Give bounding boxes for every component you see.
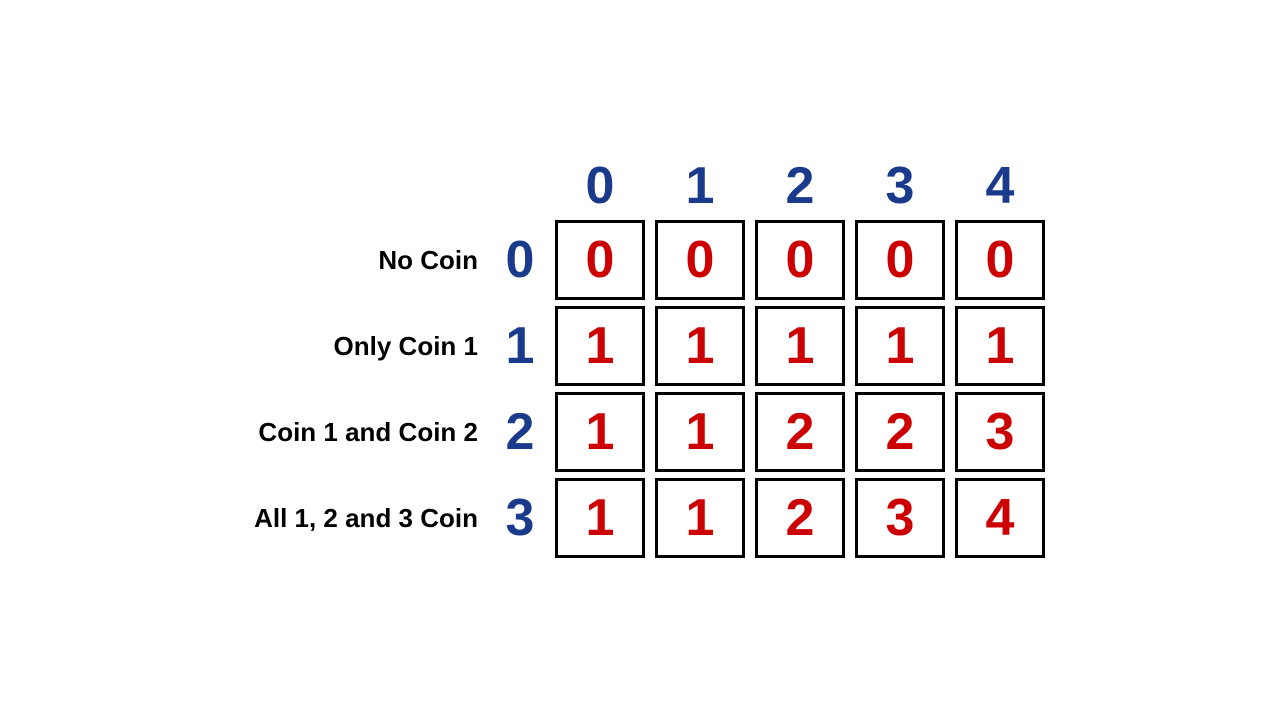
cell-1-4: 1 — [955, 306, 1045, 386]
cell-2-1: 1 — [655, 392, 745, 472]
row-label-1: Only Coin 1 — [230, 331, 490, 362]
cell-2-4: 3 — [955, 392, 1045, 472]
cell-3-2: 2 — [755, 478, 845, 558]
data-row-2: Coin 1 and Coin 2211223 — [230, 392, 1050, 472]
cell-3-4: 4 — [955, 478, 1045, 558]
data-row-3: All 1, 2 and 3 Coin311234 — [230, 478, 1050, 558]
data-row-1: Only Coin 1111111 — [230, 306, 1050, 386]
cell-0-4: 0 — [955, 220, 1045, 300]
row-index-0: 0 — [490, 230, 550, 290]
header-row: 01234 — [230, 156, 1050, 216]
cell-0-0: 0 — [555, 220, 645, 300]
cell-3-0: 1 — [555, 478, 645, 558]
cell-1-0: 1 — [555, 306, 645, 386]
row-index-2: 2 — [490, 402, 550, 462]
row-index-1: 1 — [490, 316, 550, 376]
cell-1-1: 1 — [655, 306, 745, 386]
cell-3-3: 3 — [855, 478, 945, 558]
data-row-0: No Coin000000 — [230, 220, 1050, 300]
row-label-0: No Coin — [230, 245, 490, 276]
cell-2-2: 2 — [755, 392, 845, 472]
cell-0-1: 0 — [655, 220, 745, 300]
cell-0-3: 0 — [855, 220, 945, 300]
col-header-4: 4 — [950, 156, 1050, 216]
row-index-3: 3 — [490, 488, 550, 548]
main-table: 01234 No Coin000000Only Coin 1111111Coin… — [230, 156, 1050, 564]
row-label-3: All 1, 2 and 3 Coin — [230, 503, 490, 534]
cell-0-2: 0 — [755, 220, 845, 300]
col-header-0: 0 — [550, 156, 650, 216]
cell-2-0: 1 — [555, 392, 645, 472]
col-header-2: 2 — [750, 156, 850, 216]
cell-2-3: 2 — [855, 392, 945, 472]
cell-1-3: 1 — [855, 306, 945, 386]
row-label-2: Coin 1 and Coin 2 — [230, 417, 490, 448]
cell-3-1: 1 — [655, 478, 745, 558]
col-header-1: 1 — [650, 156, 750, 216]
cell-1-2: 1 — [755, 306, 845, 386]
col-header-3: 3 — [850, 156, 950, 216]
